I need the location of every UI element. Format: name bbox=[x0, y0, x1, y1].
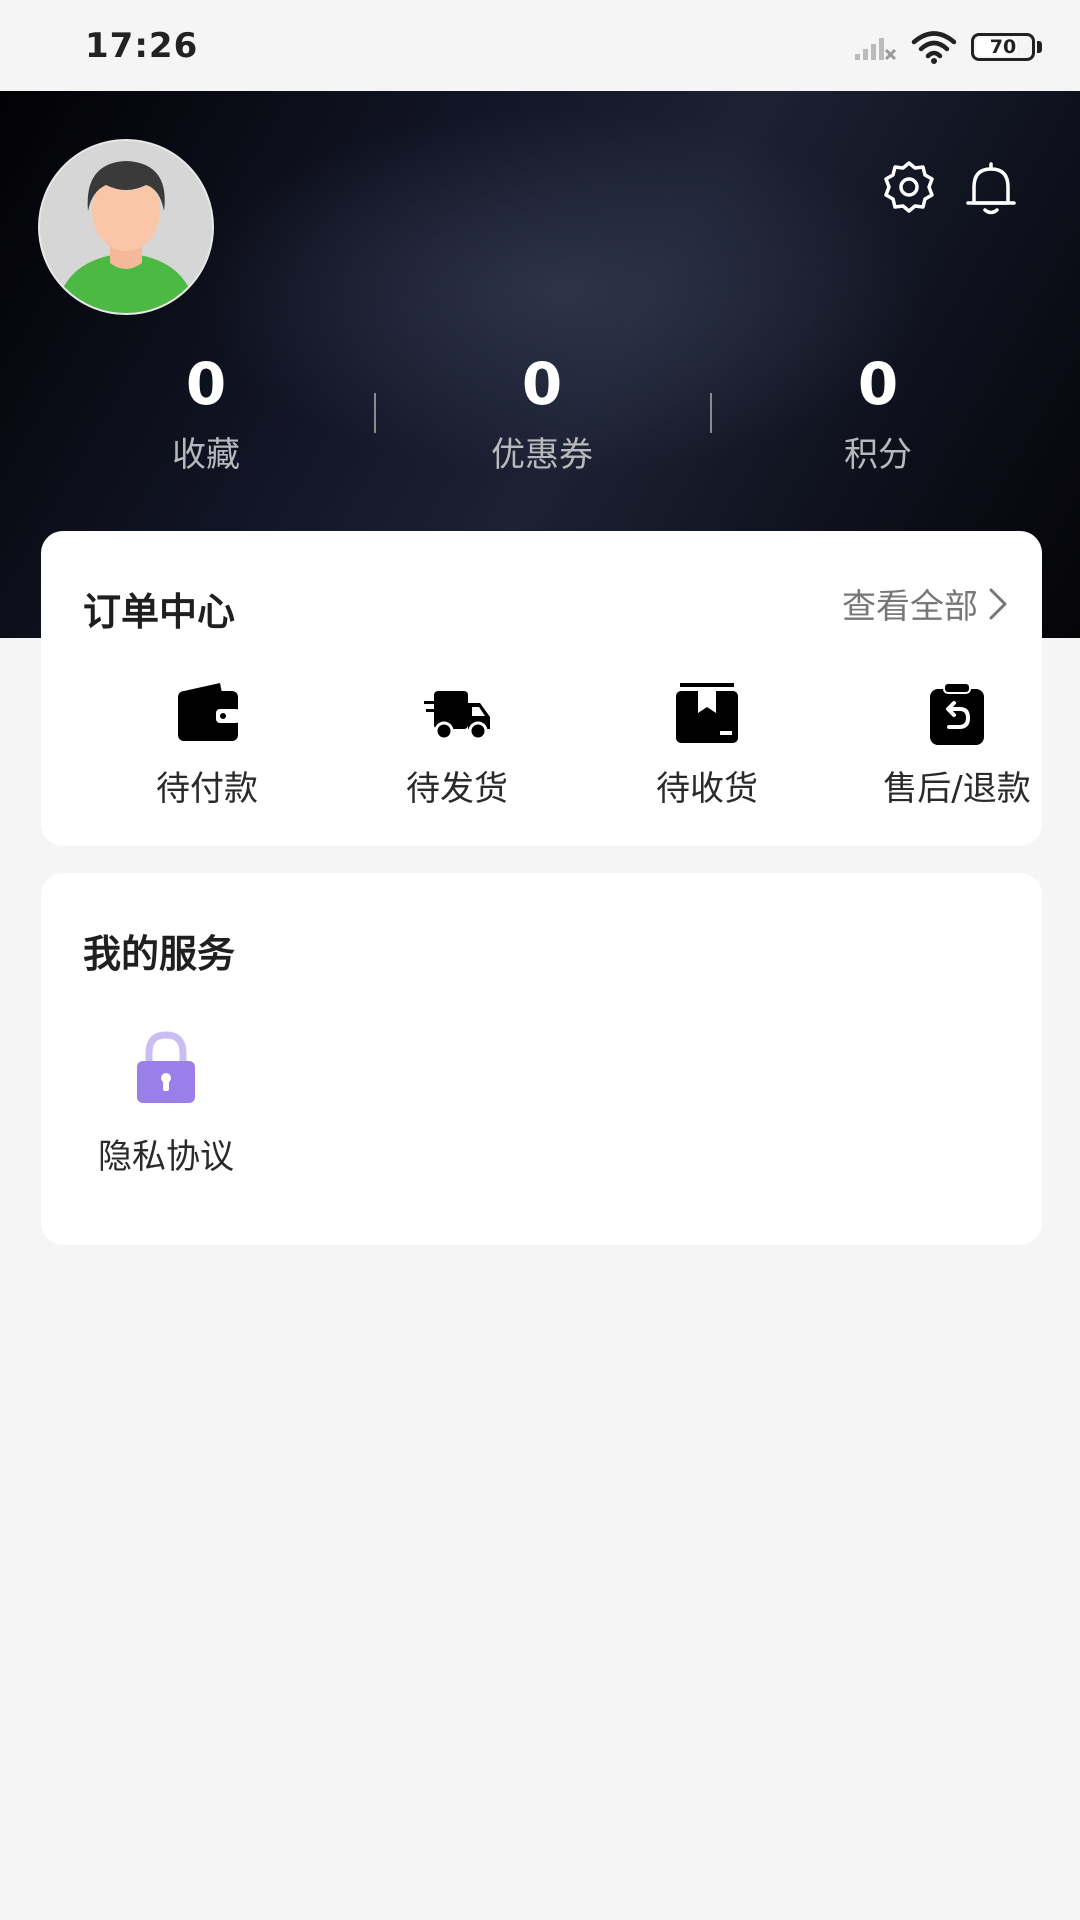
service-item-label: 隐私协议 bbox=[98, 1137, 234, 1177]
stat-coupons[interactable]: 0 优惠券 bbox=[374, 349, 710, 476]
avatar[interactable] bbox=[38, 139, 214, 315]
order-center-card: 订单中心 查看全部 待付款 待发货 待收货 售后/退款 bbox=[41, 531, 1042, 846]
stat-value: 0 bbox=[185, 350, 227, 418]
bell-icon[interactable] bbox=[962, 159, 1020, 217]
wallet-icon bbox=[178, 683, 240, 741]
order-pending-shipment[interactable]: 待发货 bbox=[332, 679, 582, 810]
stat-label: 积分 bbox=[844, 435, 912, 475]
order-pending-payment[interactable]: 待付款 bbox=[82, 679, 332, 810]
battery-tip bbox=[1037, 41, 1042, 53]
order-item-label: 待付款 bbox=[156, 769, 258, 809]
chevron-right-icon bbox=[989, 588, 1007, 619]
order-item-label: 待收货 bbox=[656, 769, 758, 809]
refund-clipboard-icon bbox=[930, 682, 984, 745]
battery-indicator: 70 bbox=[971, 33, 1035, 61]
order-item-label: 售后/退款 bbox=[883, 769, 1031, 809]
lock-icon bbox=[137, 1031, 195, 1103]
settings-icon[interactable] bbox=[880, 159, 938, 217]
order-item-label: 待发货 bbox=[406, 769, 508, 809]
stat-value: 0 bbox=[521, 350, 563, 418]
order-after-sales-refund[interactable]: 售后/退款 bbox=[832, 679, 1080, 810]
order-pending-receipt[interactable]: 待收货 bbox=[582, 679, 832, 810]
avatar-illustration bbox=[40, 141, 212, 313]
my-services-card: 我的服务 隐私协议 bbox=[41, 873, 1042, 1245]
box-icon bbox=[676, 683, 738, 743]
service-privacy-agreement[interactable]: 隐私协议 bbox=[83, 1031, 249, 1178]
stat-favorites[interactable]: 0 收藏 bbox=[38, 349, 374, 476]
stat-points[interactable]: 0 积分 bbox=[710, 349, 1046, 476]
view-all-link[interactable]: 查看全部 bbox=[842, 579, 1008, 628]
stats-row: 0 收藏 0 优惠券 0 积分 bbox=[0, 349, 1080, 489]
stat-divider bbox=[374, 393, 376, 433]
battery-level: 70 bbox=[989, 36, 1017, 58]
status-icons: 70 bbox=[853, 28, 1042, 66]
stat-label: 收藏 bbox=[172, 435, 240, 475]
stat-divider bbox=[710, 393, 712, 433]
cellular-signal-icon bbox=[855, 38, 897, 61]
status-time: 17:26 bbox=[85, 26, 199, 66]
order-center-title: 订单中心 bbox=[83, 590, 236, 634]
view-all-label: 查看全部 bbox=[842, 587, 978, 627]
wifi-icon bbox=[911, 31, 957, 64]
status-bar: 17:26 70 bbox=[0, 0, 1080, 91]
stat-label: 优惠券 bbox=[491, 435, 593, 475]
my-services-title: 我的服务 bbox=[83, 932, 236, 976]
stat-value: 0 bbox=[857, 350, 899, 418]
truck-icon bbox=[424, 691, 490, 741]
